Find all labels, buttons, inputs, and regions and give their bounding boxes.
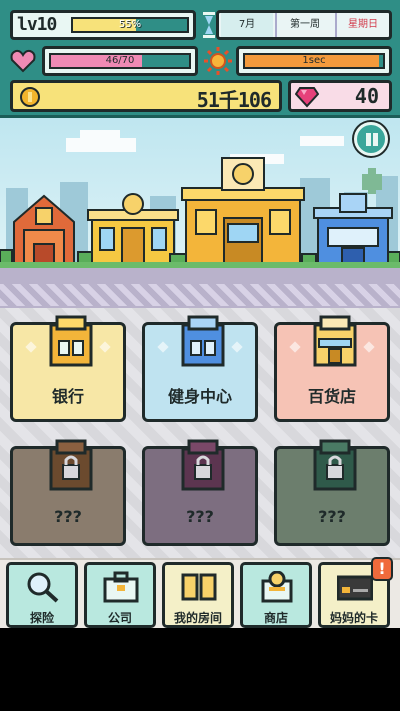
timer-text: 1sec (302, 55, 326, 66)
sparkle-icon (289, 341, 301, 353)
sparkle-icon (25, 341, 37, 353)
nav-explore-button[interactable]: 探险 (6, 562, 78, 628)
sparkle-icon (157, 341, 169, 353)
letterbox-bar (0, 628, 400, 711)
xp-bar: 55% (71, 17, 189, 33)
hud-row-health-timer: 46/70 1sec (6, 46, 394, 76)
hud-row-level-date: lv10 55% 7月 第一周 星期日 (6, 10, 394, 40)
money-amount: 51千106 (196, 88, 272, 112)
nav-shop-label: 商店 (263, 611, 288, 625)
building-tile-gym[interactable]: 健身中心 (142, 315, 258, 422)
health-text: 46/70 (105, 55, 135, 66)
nav-company-label: 公司 (107, 611, 132, 625)
coin-icon (20, 87, 40, 107)
city-view (0, 118, 400, 308)
health-bar: 46/70 (49, 53, 191, 69)
week-label: 第一周 (275, 13, 333, 37)
sparkle-icon (99, 341, 111, 353)
heart-icon (10, 49, 36, 73)
building-tile-locked[interactable]: ??? (142, 439, 258, 546)
notification-badge: ! (371, 557, 393, 581)
nav-card-label: 妈妈的卡 (329, 611, 378, 625)
nav-room-label: 我的房间 (173, 611, 222, 625)
briefcase-icon (103, 571, 139, 603)
building-label: ??? (186, 507, 214, 526)
timer-bar: 1sec (243, 53, 385, 69)
locked-building-icon (181, 439, 225, 491)
game-screen: lv10 55% 7月 第一周 星期日 46/70 1sec 51千106 40… (0, 0, 400, 628)
locked-building-icon (49, 439, 93, 491)
pause-button[interactable] (354, 122, 388, 156)
gem-amount: 40 (354, 84, 379, 108)
gem-icon (295, 87, 319, 108)
gem-panel[interactable]: 40 (288, 80, 392, 112)
health-panel: 46/70 (42, 46, 198, 76)
month-label: 7月 (221, 13, 273, 37)
building-grid: 银行 健身中心 百货店 ??? ??? ??? (0, 308, 400, 558)
calendar-panel[interactable]: 7月 第一周 星期日 (216, 10, 392, 40)
nav-shop-button[interactable]: 商店 (240, 562, 312, 628)
building-label: 健身中心 (167, 387, 232, 406)
building-label: 银行 (51, 387, 84, 406)
building-tile-locked[interactable]: ??? (10, 439, 126, 546)
hud-row-currency: 51千106 40 (6, 80, 394, 112)
hourglass-icon (203, 12, 215, 38)
sparkle-icon (231, 341, 243, 353)
sidewalk-pattern (0, 284, 400, 306)
bottom-nav: 探险 公司 我的房间 商店 妈妈的卡 ! (0, 557, 400, 628)
building-label: ??? (318, 507, 346, 526)
timer-panel: 1sec (236, 46, 392, 76)
money-panel[interactable]: 51千106 (10, 80, 282, 112)
nav-company-button[interactable]: 公司 (84, 562, 156, 628)
building-tile-locked[interactable]: ??? (274, 439, 390, 546)
sparkle-icon (363, 341, 375, 353)
shop-icon (261, 571, 293, 603)
gym-building-icon (181, 315, 225, 367)
my-room-icon (181, 573, 217, 601)
xp-percent-text: 55% (118, 19, 142, 30)
store-building-icon (313, 315, 357, 367)
building-tile-bank[interactable]: 银行 (10, 315, 126, 422)
level-panel[interactable]: lv10 55% (10, 10, 196, 40)
status-hud: lv10 55% 7月 第一周 星期日 46/70 1sec 51千106 40 (0, 0, 400, 118)
building-tile-store[interactable]: 百货店 (274, 315, 390, 422)
bank-building-icon (49, 315, 93, 367)
weekday-label: 星期日 (335, 13, 389, 37)
credit-card-icon (337, 575, 373, 601)
sun-icon (204, 47, 232, 75)
magnifier-icon (27, 572, 59, 603)
building-label: 百货店 (307, 387, 356, 406)
building-label: ??? (54, 507, 82, 526)
locked-building-icon (313, 439, 357, 491)
gold-building (181, 157, 305, 269)
nav-room-button[interactable]: 我的房间 (162, 562, 234, 628)
nav-card-button[interactable]: 妈妈的卡 ! (318, 557, 393, 628)
level-label: lv10 (17, 14, 57, 35)
nav-explore-label: 探险 (29, 611, 54, 625)
